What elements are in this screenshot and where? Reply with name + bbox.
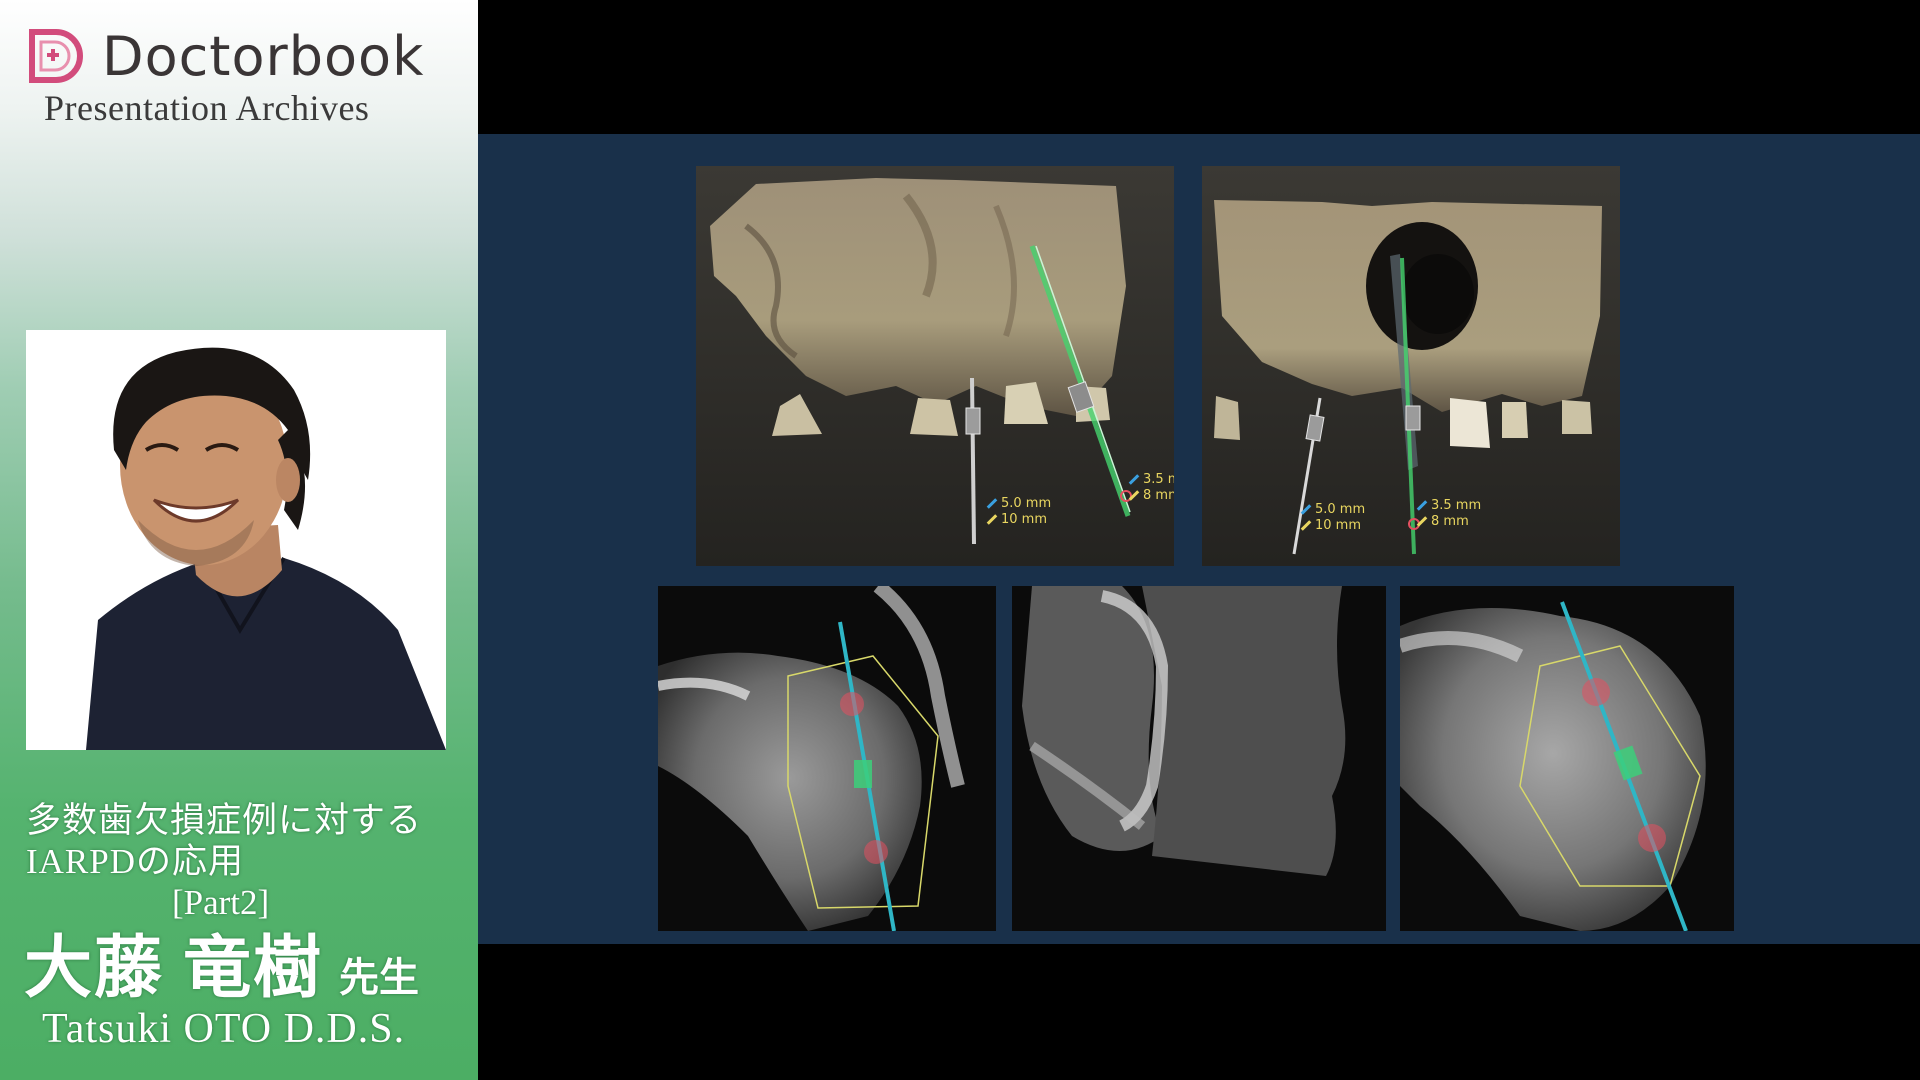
talk-title-line-1: 多数歯欠損症例に対する — [26, 801, 423, 840]
implant-2-length-label: 8 mn — [1128, 488, 1174, 504]
brand-subtitle: Presentation Archives — [44, 88, 370, 128]
speaker-name-en: Tatsuki OTO D.D.S. — [42, 1006, 406, 1052]
implant-2-diameter-label: 3.5 mm — [1416, 498, 1481, 514]
left-info-panel: Doctorbook Presentation Archives 多数歯欠損症例… — [0, 0, 478, 1080]
implant-2-length-label: 8 mm — [1416, 514, 1469, 530]
implant-1-length-label: 10 mm — [986, 512, 1047, 528]
brand-name: Doctorbook — [102, 25, 425, 88]
doctorbook-logo-icon — [29, 29, 83, 83]
implant-1-diameter-label: 5.0 mm — [986, 496, 1051, 512]
cbct-3d-render-right: 5.0 mm 10 mm 3.5 mm 8 mm — [1202, 166, 1620, 566]
ct-cross-section-1 — [658, 586, 996, 931]
presentation-slide: 5.0 mm 10 mm 3.5 n 8 mn 5.0 mm 10 mm 3.5… — [478, 134, 1920, 944]
doctorbook-logo: Doctorbook — [26, 25, 466, 88]
implant-1-diameter-label: 5.0 mm — [1300, 502, 1365, 518]
implant-2-diameter-label: 3.5 n — [1128, 472, 1174, 488]
speaker-honorific: 先生 — [339, 955, 420, 1000]
talk-part: [Part2] — [172, 883, 270, 922]
talk-title: 多数歯欠損症例に対する IARPDの応用 [Part2] — [26, 800, 466, 923]
implant-1-length-label: 10 mm — [1300, 518, 1361, 534]
ct-cross-section-2 — [1012, 586, 1386, 931]
talk-title-line-2: IARPDの応用 — [26, 842, 245, 881]
speaker-name-ja: 大藤 竜樹 — [24, 930, 324, 1006]
cbct-3d-render-left: 5.0 mm 10 mm 3.5 n 8 mn — [696, 166, 1174, 566]
speaker-name-row: 大藤 竜樹 先生 — [24, 932, 474, 1004]
speaker-portrait — [26, 330, 446, 750]
ct-cross-section-3 — [1400, 586, 1734, 931]
